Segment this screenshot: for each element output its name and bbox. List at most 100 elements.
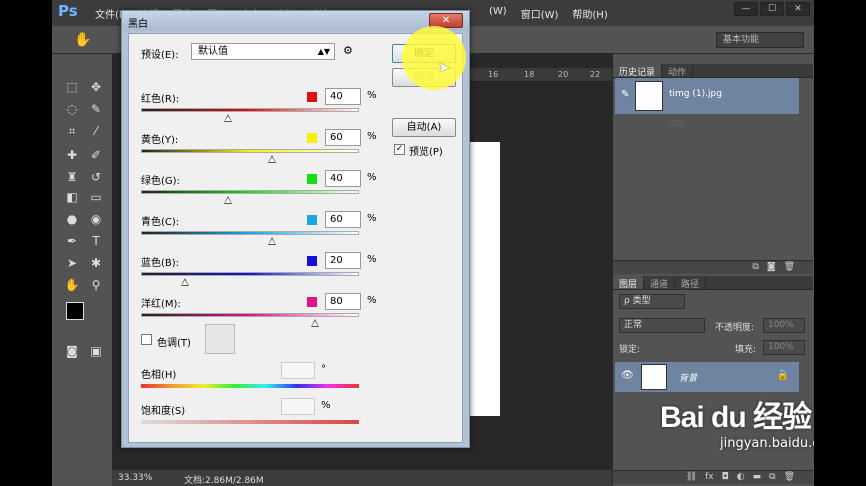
zoom-level[interactable]: 33.33% <box>118 473 152 483</box>
saturation-field[interactable] <box>281 398 315 415</box>
dialog-titlebar[interactable]: 黑白 ✕ <box>122 11 469 31</box>
slider-value-field[interactable]: 60 <box>325 129 361 146</box>
hue-field[interactable] <box>281 362 315 379</box>
horizontal-ruler: 16 18 20 22 <box>468 68 612 82</box>
dialog-body: 预设(E): 默认值 ▲▼ ⚙ 确定 取消 自动(A) ✓ 预览(P) 色调(T… <box>128 33 463 443</box>
quick-mask-icon[interactable]: ◙ <box>62 342 82 360</box>
history-brush-tool-icon[interactable]: ↺ <box>86 168 106 186</box>
clone-stamp-tool-icon[interactable]: ♜ <box>62 168 82 186</box>
layer-style-fx-icon[interactable]: fx <box>705 471 714 484</box>
slider-thumb[interactable] <box>267 237 276 245</box>
slider-thumb[interactable] <box>267 155 276 163</box>
slider-thumb[interactable] <box>224 114 233 122</box>
tab-channels[interactable]: 通道 <box>644 276 676 290</box>
history-step-name: 点击 <box>669 119 685 128</box>
letterbox-left <box>0 0 52 486</box>
slider-track[interactable] <box>141 108 359 112</box>
percent-unit: % <box>367 295 377 306</box>
minimize-button[interactable]: — <box>734 2 758 16</box>
dodge-tool-icon[interactable]: ◉ <box>86 210 106 228</box>
slider-track[interactable] <box>141 231 359 235</box>
history-step[interactable]: 点击 <box>615 116 799 132</box>
menu-help[interactable]: 帮助(H) <box>565 6 614 21</box>
link-layers-icon[interactable]: ⛓ <box>686 471 697 484</box>
tab-actions[interactable]: 动作 <box>662 64 694 78</box>
move-tool-icon[interactable]: ✥ <box>86 78 106 96</box>
slider-value-field[interactable]: 40 <box>325 88 361 105</box>
zoom-tool-icon[interactable]: ⚲ <box>86 276 106 294</box>
workspace-select[interactable]: 基本功能 <box>716 32 804 48</box>
history-brush-source-icon[interactable]: ✎ <box>621 89 629 100</box>
opacity-field[interactable]: 100% <box>763 318 805 333</box>
auto-button[interactable]: 自动(A) <box>392 118 456 137</box>
toolbox: ⬚ ✥ ◌ ✎ ⌗ ⁄ ✚ ✐ ♜ ↺ ◧ ▭ ● ◉ ✒ T ➤ ✱ ✋ ⚲ … <box>58 74 110 364</box>
tab-paths[interactable]: 路径 <box>675 276 707 290</box>
tint-color-swatch[interactable] <box>205 324 235 354</box>
history-snapshot-thumbnail <box>635 81 663 111</box>
slider-color-swatch <box>307 256 317 266</box>
slider-track[interactable] <box>141 272 359 276</box>
tint-checkbox[interactable] <box>141 334 152 345</box>
visibility-eye-icon[interactable]: 👁 <box>621 370 634 381</box>
history-snapshot[interactable]: ✎ timg (1).jpg <box>615 78 799 114</box>
type-tool-icon[interactable]: T <box>86 232 106 250</box>
hand-tool-icon[interactable]: ✋ <box>74 32 91 48</box>
crop-tool-icon[interactable]: ⌗ <box>62 122 82 140</box>
slider-value-field[interactable]: 60 <box>325 211 361 228</box>
tab-history[interactable]: 历史记录 <box>613 64 663 78</box>
slider-value-field[interactable]: 20 <box>325 252 361 269</box>
foreground-color-swatch[interactable] <box>66 302 84 320</box>
slider-thumb[interactable] <box>311 319 320 327</box>
gradient-tool-icon[interactable]: ▭ <box>86 188 106 206</box>
add-mask-icon[interactable]: ◘ <box>722 471 729 484</box>
brush-tool-icon[interactable]: ✐ <box>86 146 106 164</box>
quick-select-tool-icon[interactable]: ✎ <box>86 100 106 118</box>
gear-icon[interactable]: ⚙ <box>343 44 353 57</box>
pen-tool-icon[interactable]: ✒ <box>62 232 82 250</box>
saturation-slider-track[interactable] <box>141 420 359 424</box>
slider-track[interactable] <box>141 190 359 194</box>
layer-row-background[interactable]: 👁 背景 🔒 <box>615 362 799 392</box>
slider-thumb[interactable] <box>224 196 233 204</box>
marquee-tool-icon[interactable]: ⬚ <box>62 78 82 96</box>
slider-track[interactable] <box>141 313 359 317</box>
hand-tool-box-icon[interactable]: ✋ <box>62 276 82 294</box>
adjustment-layer-icon[interactable]: ◐ <box>737 471 745 484</box>
new-layer-icon[interactable]: ⧉ <box>769 471 775 484</box>
preset-select[interactable]: 默认值 ▲▼ <box>191 43 335 60</box>
cursor-highlight <box>402 26 466 90</box>
new-group-icon[interactable]: ▬ <box>753 471 762 484</box>
hue-slider-track[interactable] <box>141 384 359 388</box>
layer-name[interactable]: 背景 <box>679 371 697 384</box>
snapshot-camera-icon[interactable]: ◙ <box>767 261 776 274</box>
screen-mode-icon[interactable]: ▣ <box>86 342 106 360</box>
hue-unit: ° <box>321 364 326 375</box>
slider-value-field[interactable]: 40 <box>325 170 361 187</box>
menu-window[interactable]: 窗口(W) <box>514 6 566 21</box>
preview-checkbox[interactable]: ✓ <box>394 144 405 155</box>
healing-brush-tool-icon[interactable]: ✚ <box>62 146 82 164</box>
new-document-from-state-icon[interactable]: ⧉ <box>752 261 758 274</box>
restore-button[interactable]: ☐ <box>760 2 784 16</box>
blur-tool-icon[interactable]: ● <box>62 210 82 228</box>
fill-field[interactable]: 100% <box>763 340 805 355</box>
lasso-tool-icon[interactable]: ◌ <box>62 100 82 118</box>
layers-panel-tabs: 图层 通道 路径 <box>613 276 813 290</box>
layer-filter-select[interactable]: ρ 类型 <box>619 294 685 309</box>
slider-track[interactable] <box>141 149 359 153</box>
slider-value-field[interactable]: 80 <box>325 293 361 310</box>
trash-icon[interactable]: 🗑 <box>784 261 795 274</box>
tab-layers[interactable]: 图层 <box>613 276 645 290</box>
shape-tool-icon[interactable]: ✱ <box>86 254 106 272</box>
blend-mode-select[interactable]: 正常 <box>619 318 705 333</box>
eraser-tool-icon[interactable]: ◧ <box>62 188 82 206</box>
path-select-tool-icon[interactable]: ➤ <box>62 254 82 272</box>
delete-layer-icon[interactable]: 🗑 <box>784 471 795 484</box>
eyedropper-tool-icon[interactable]: ⁄ <box>86 122 106 140</box>
close-window-button[interactable]: ✕ <box>786 2 810 16</box>
slider-label: 洋红(M): <box>141 299 181 310</box>
slider-color-swatch <box>307 133 317 143</box>
document-canvas[interactable] <box>466 142 500 416</box>
menu-view[interactable]: (W) <box>482 6 514 21</box>
slider-thumb[interactable] <box>180 278 189 286</box>
